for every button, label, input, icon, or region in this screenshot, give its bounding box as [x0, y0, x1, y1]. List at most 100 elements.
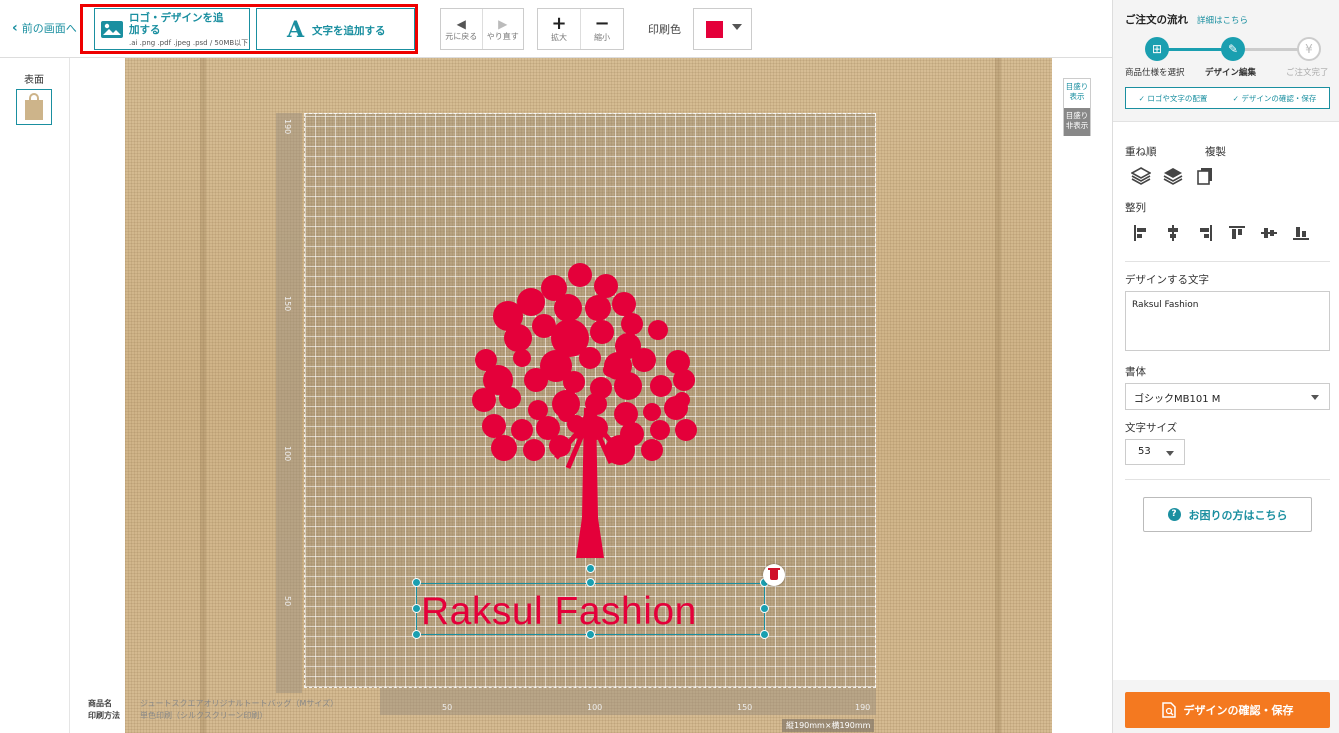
grid-hide-button[interactable]: 目盛り非表示: [1064, 108, 1090, 136]
ruler-tick-label: 150: [737, 703, 753, 712]
align-left-icon: [1134, 225, 1146, 241]
front-side-thumbnail[interactable]: [16, 89, 52, 125]
caret-down-icon: [1166, 451, 1174, 456]
product-name-key: 商品名: [88, 699, 112, 708]
delete-object-button[interactable]: [763, 564, 785, 586]
confirm-save-button[interactable]: デザインの確認・保存: [1125, 692, 1330, 728]
align-label: 整列: [1125, 202, 1146, 214]
design-text-input[interactable]: Raksul Fashion: [1125, 291, 1330, 351]
ruler-tick-label: 150: [283, 296, 292, 312]
tree-logo-shape: [472, 263, 697, 558]
text-selection-box[interactable]: Raksul Fashion: [416, 583, 765, 635]
align-right-icon: [1200, 225, 1212, 241]
divider: [1125, 261, 1330, 262]
resize-handle[interactable]: [412, 630, 421, 639]
undo-icon: ◀: [456, 16, 466, 31]
print-method-value: 単色印刷（シルクスクリーン印刷）: [140, 711, 268, 720]
image-icon: [101, 21, 123, 38]
print-color-select[interactable]: [693, 8, 752, 50]
font-select[interactable]: ゴシックMB101 M: [1125, 383, 1330, 410]
canvas-text-object[interactable]: Raksul Fashion: [421, 590, 697, 634]
font-size-select[interactable]: 53: [1125, 439, 1185, 465]
help-label: お困りの方はこちら: [1188, 508, 1288, 522]
substep-label: ✓ ロゴや文字の配置: [1138, 93, 1208, 103]
top-toolbar: ‹ 前の画面へ ロゴ・デザインを追加する .ai .png .pdf .jpeg…: [0, 0, 1112, 58]
resize-handle[interactable]: [586, 630, 595, 639]
grid-toggle: 目盛り表示 目盛り非表示: [1063, 78, 1091, 136]
font-size-label: 文字サイズ: [1125, 422, 1178, 434]
design-canvas[interactable]: 190 150 100 50 50 100 150 190 Raksul Fas…: [70, 58, 1112, 733]
send-backward-button[interactable]: [1157, 165, 1189, 187]
help-button[interactable]: ? お困りの方はこちら: [1143, 497, 1312, 532]
tree-leaf: [675, 419, 697, 441]
trash-icon-body: [770, 570, 778, 580]
details-link[interactable]: 詳細はこちら: [1197, 14, 1248, 26]
redo-label: やり直す: [486, 31, 519, 41]
tree-leaf: [664, 396, 688, 420]
color-swatch: [706, 21, 723, 38]
ruler-horizontal: 50 100 150 190: [380, 688, 876, 715]
tree-leaf: [648, 320, 668, 340]
tree-leaf: [523, 439, 545, 461]
align-left-button[interactable]: [1125, 222, 1157, 244]
add-text-button[interactable]: A 文字を追加する: [256, 8, 415, 50]
align-top-button[interactable]: [1221, 222, 1253, 244]
copy-icon: [1197, 168, 1212, 185]
tree-leaf: [551, 319, 589, 357]
order-flow: ご注文の流れ 詳細はこちら ⊞ ✎ ¥ 商品仕様を選択 デザイン編集 ご注文完了…: [1113, 0, 1339, 122]
add-text-label: 文字を追加する: [312, 25, 386, 37]
rotate-handle[interactable]: [586, 564, 595, 573]
tree-logo[interactable]: [456, 258, 718, 558]
back-link[interactable]: ‹ 前の画面へ: [12, 20, 77, 36]
tree-leaf: [528, 400, 548, 420]
back-label: 前の画面へ: [21, 22, 77, 35]
undo-label: 元に戻る: [445, 31, 478, 41]
ruler-tick-label: 190: [283, 119, 292, 135]
align-right-button[interactable]: [1189, 222, 1221, 244]
order-label: 重ね順: [1125, 146, 1157, 158]
align-center-button[interactable]: [1157, 222, 1189, 244]
font-select-value: ゴシックMB101 M: [1134, 394, 1221, 405]
duplicate-label: 複製: [1205, 146, 1226, 158]
front-side-label: 表面: [24, 75, 44, 86]
confirm-save-label: デザインの確認・保存: [1183, 704, 1294, 717]
align-bottom-icon: [1293, 227, 1309, 240]
bag-seam-left: [200, 58, 206, 733]
pencil-icon: ✎: [1221, 37, 1245, 61]
document-search-icon: [1161, 702, 1176, 718]
zoom-in-button[interactable]: + 拡大: [538, 9, 580, 49]
text-icon: A: [287, 17, 305, 43]
product-info: 商品名 ジュートスクエアオリジナルトートバッグ（Mサイズ） 印刷方法 単色印刷（シル…: [88, 698, 338, 722]
chevron-left-icon: ‹: [12, 20, 18, 36]
align-middle-button[interactable]: [1253, 222, 1285, 244]
undo-button[interactable]: ◀ 元に戻る: [441, 9, 482, 49]
tree-leaf: [650, 420, 670, 440]
tree-leaf: [568, 263, 592, 287]
resize-handle[interactable]: [412, 578, 421, 587]
add-logo-button[interactable]: ロゴ・デザインを追加する .ai .png .pdf .jpeg .psd / …: [94, 8, 250, 50]
resize-handle[interactable]: [760, 630, 769, 639]
resize-handle[interactable]: [760, 604, 769, 613]
minus-icon: −: [594, 12, 610, 34]
tree-leaf: [491, 435, 517, 461]
print-method-key: 印刷方法: [88, 711, 120, 720]
align-center-icon: [1168, 225, 1178, 241]
redo-button[interactable]: ▶ やり直す: [481, 9, 524, 49]
tree-leaf: [612, 292, 636, 316]
align-row: [1125, 222, 1317, 244]
add-logo-label: ロゴ・デザインを追加する: [129, 12, 224, 36]
question-icon: ?: [1167, 508, 1181, 521]
grid-show-button[interactable]: 目盛り表示: [1064, 79, 1090, 108]
resize-handle[interactable]: [586, 578, 595, 587]
caret-down-icon: [1311, 395, 1319, 400]
zoom-out-button[interactable]: − 縮小: [580, 9, 623, 49]
tree-leaf: [650, 375, 672, 397]
font-size-value: 53: [1138, 446, 1151, 457]
resize-handle[interactable]: [412, 604, 421, 613]
duplicate-button[interactable]: [1189, 165, 1221, 187]
tree-leaf: [641, 439, 663, 461]
undo-redo-group: ◀ 元に戻る ▶ やり直す: [440, 8, 524, 50]
bring-forward-button[interactable]: [1125, 165, 1157, 187]
align-bottom-button[interactable]: [1285, 222, 1317, 244]
properties-panel: ご注文の流れ 詳細はこちら ⊞ ✎ ¥ 商品仕様を選択 デザイン編集 ご注文完了…: [1112, 0, 1339, 733]
